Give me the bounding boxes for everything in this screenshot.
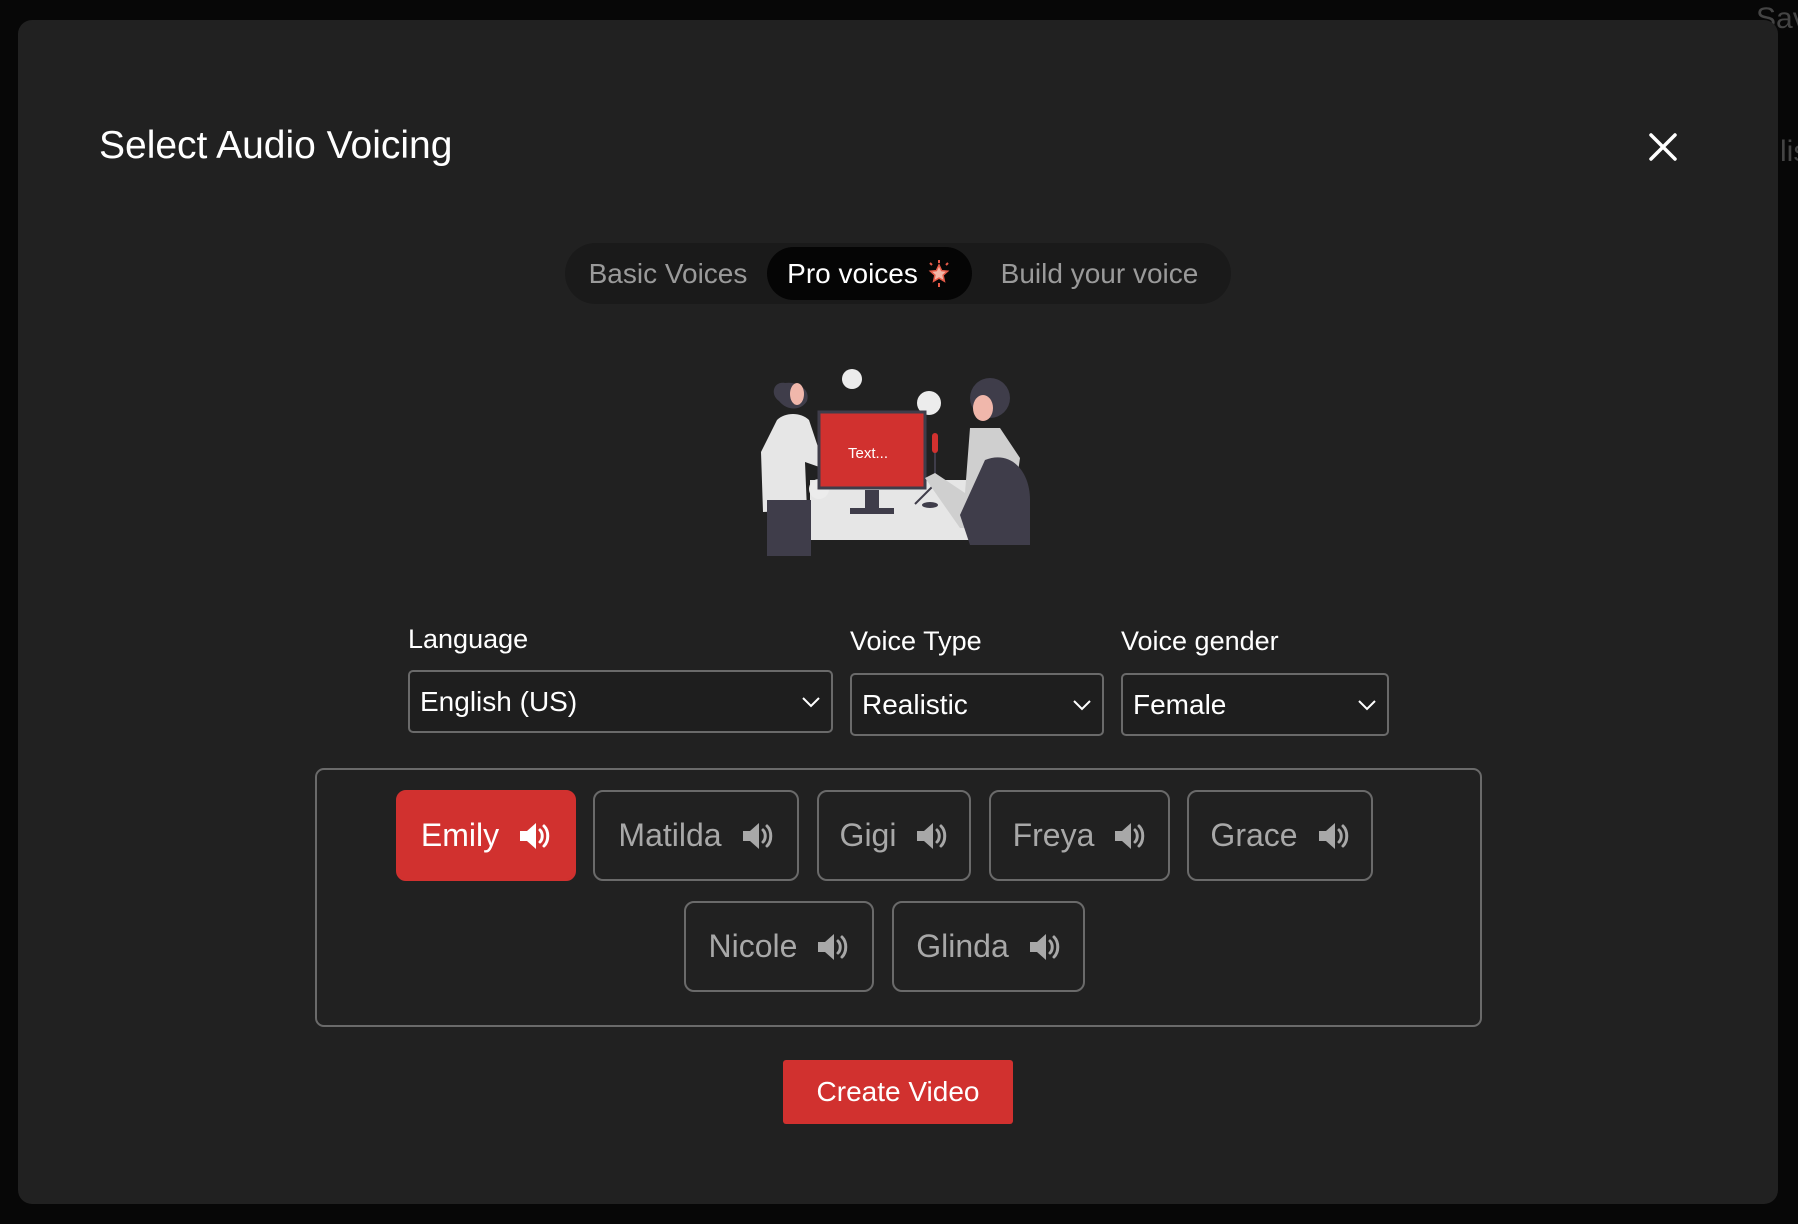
close-icon (1649, 133, 1677, 161)
voice-option-gigi[interactable]: Gigi (817, 790, 971, 881)
speaker-icon (742, 822, 772, 849)
voice-option-emily[interactable]: Emily (396, 790, 576, 881)
voice-name: Matilda (618, 817, 722, 853)
language-value: English (US) (420, 685, 578, 717)
voice-gender-label: Voice gender (1121, 626, 1279, 656)
speaker-icon (818, 933, 848, 960)
voice-tabs: Basic Voices Pro voices Build your voice (565, 243, 1231, 304)
voice-name: Grace (1210, 817, 1298, 853)
speaker-icon (917, 822, 947, 849)
voice-option-matilda[interactable]: Matilda (593, 790, 799, 881)
speaker-icon (1318, 822, 1348, 849)
star-sparkle-icon (928, 259, 950, 287)
tab-build-your-voice[interactable]: Build your voice (972, 247, 1227, 300)
voice-type-label: Voice Type (850, 626, 982, 656)
voice-gender-value: Female (1133, 688, 1227, 720)
speaker-icon (1029, 933, 1059, 960)
speaker-icon (1115, 822, 1145, 849)
voice-type-value: Realistic (862, 688, 968, 720)
voice-name: Nicole (708, 928, 798, 964)
language-select[interactable]: English (US) (408, 670, 833, 733)
voice-type-select[interactable]: Realistic (850, 673, 1104, 736)
voice-option-glinda[interactable]: Glinda (892, 901, 1085, 992)
background-text: lis (1780, 135, 1798, 168)
create-video-button[interactable]: Create Video (783, 1060, 1013, 1124)
voice-option-grace[interactable]: Grace (1187, 790, 1373, 881)
speaker-icon (520, 822, 550, 849)
chevron-down-icon (1358, 699, 1376, 710)
tab-label: Pro voices (787, 257, 918, 289)
voice-recording-illustration: Text... (745, 350, 1050, 556)
voice-option-freya[interactable]: Freya (989, 790, 1170, 881)
voice-name: Emily (420, 817, 500, 853)
voice-name: Gigi (839, 817, 897, 853)
chevron-down-icon (802, 696, 820, 707)
screen-text: Text... (848, 445, 888, 462)
select-audio-voicing-modal: Select Audio Voicing Basic Voices Pro vo… (18, 20, 1778, 1204)
voice-option-nicole[interactable]: Nicole (684, 901, 874, 992)
chevron-down-icon (1073, 699, 1091, 710)
tab-pro-voices[interactable]: Pro voices (767, 247, 972, 300)
language-label: Language (408, 624, 529, 654)
close-button[interactable] (1643, 127, 1683, 167)
voice-name: Freya (1012, 817, 1095, 853)
voice-gender-select[interactable]: Female (1121, 673, 1389, 736)
voice-name: Glinda (916, 928, 1009, 964)
modal-title: Select Audio Voicing (99, 124, 453, 167)
tab-basic-voices[interactable]: Basic Voices (569, 247, 767, 300)
